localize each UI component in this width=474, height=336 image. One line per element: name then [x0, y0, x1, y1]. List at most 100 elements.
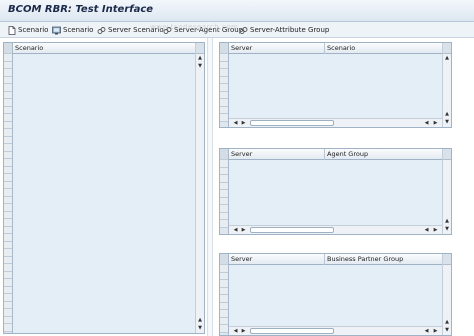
row-selector-column[interactable] — [220, 43, 229, 127]
row-selector-cell[interactable] — [4, 211, 12, 219]
row-selector-cell[interactable] — [220, 84, 228, 92]
column-header-agent-group[interactable]: Agent Group — [325, 149, 444, 160]
row-selector-cell[interactable] — [220, 295, 228, 303]
column-header-scenario[interactable]: Scenario — [13, 43, 197, 54]
row-selector-cell[interactable] — [4, 189, 12, 197]
row-selector-cell[interactable] — [4, 234, 12, 242]
row-selector-cell[interactable] — [4, 196, 12, 204]
horizontal-scrollbar[interactable]: ◀ ▶ ◀ ▶ — [229, 225, 442, 234]
server-agent-group-grid[interactable]: Server Agent Group ▲ ▼ ◀ ▶ ◀ ▶ — [219, 148, 452, 235]
scroll-right-icon[interactable]: ▶ — [432, 227, 439, 234]
scroll-up-icon[interactable]: ▲ — [197, 317, 203, 324]
row-selector-cell[interactable] — [220, 99, 228, 107]
scroll-left-icon[interactable]: ◀ — [232, 120, 239, 127]
scroll-right-icon[interactable]: ▶ — [240, 120, 247, 127]
display-scenario-button[interactable]: Scenario — [52, 24, 93, 36]
scroll-down-icon[interactable]: ▼ — [444, 119, 450, 126]
row-selector-cell[interactable] — [4, 99, 12, 107]
row-selector-cell[interactable] — [220, 69, 228, 77]
row-selector-cell[interactable] — [4, 181, 12, 189]
scroll-up-icon[interactable]: ▲ — [444, 319, 450, 326]
row-selector-cell[interactable] — [4, 166, 12, 174]
row-selector-cell[interactable] — [220, 197, 228, 205]
row-selector-cell[interactable] — [220, 61, 228, 69]
row-selector-cell[interactable] — [220, 54, 228, 62]
server-scenario-grid[interactable]: Server Scenario ▲ ▲ ▼ ◀ ▶ ◀ ▶ — [219, 42, 452, 128]
row-selector-cell[interactable] — [220, 205, 228, 213]
row-selector-cell[interactable] — [4, 106, 12, 114]
row-selector-cell[interactable] — [4, 136, 12, 144]
scroll-up-icon[interactable]: ▲ — [444, 111, 450, 118]
row-selector-cell[interactable] — [220, 106, 228, 114]
row-selector-cell[interactable] — [4, 286, 12, 294]
scroll-right-icon[interactable]: ▶ — [240, 227, 247, 234]
row-selector-cell[interactable] — [220, 302, 228, 310]
row-selector-cell[interactable] — [220, 212, 228, 220]
row-selector-cell[interactable] — [220, 182, 228, 190]
scroll-thumb[interactable] — [250, 120, 334, 126]
scroll-right-icon[interactable]: ▶ — [240, 328, 247, 335]
row-selector-cell[interactable] — [220, 160, 228, 168]
row-selector-column[interactable] — [220, 254, 229, 335]
create-scenario-button[interactable]: Scenario — [8, 24, 48, 36]
column-header-server[interactable]: Server — [229, 43, 325, 54]
row-selector-cell[interactable] — [220, 280, 228, 288]
column-header-scenario[interactable]: Scenario — [325, 43, 444, 54]
row-selector-cell[interactable] — [4, 121, 12, 129]
row-selector-cell[interactable] — [220, 310, 228, 318]
row-selector-cell[interactable] — [4, 174, 12, 182]
row-selector-cell[interactable] — [220, 190, 228, 198]
scroll-left-icon[interactable]: ◀ — [423, 120, 430, 127]
row-selector-cell[interactable] — [220, 220, 228, 228]
row-selector-cell[interactable] — [4, 264, 12, 272]
vertical-scrollbar[interactable]: ▲ ▼ ▲ ▼ — [195, 43, 204, 333]
scroll-left-icon[interactable]: ◀ — [423, 227, 430, 234]
scroll-down-icon[interactable]: ▼ — [444, 226, 450, 233]
row-selector-cell[interactable] — [220, 167, 228, 175]
scenario-grid[interactable]: Scenario ▲ ▼ ▲ ▼ — [3, 42, 205, 334]
scroll-left-icon[interactable]: ◀ — [423, 328, 430, 335]
vertical-scrollbar[interactable]: ▲ ▲ ▼ — [442, 43, 451, 127]
row-selector-cell[interactable] — [4, 316, 12, 324]
scroll-up-icon[interactable]: ▲ — [197, 55, 203, 62]
column-header-server[interactable]: Server — [229, 149, 325, 160]
scroll-thumb[interactable] — [250, 328, 334, 334]
row-selector-cell[interactable] — [4, 91, 12, 99]
row-selector-cell[interactable] — [220, 91, 228, 99]
row-selector-cell[interactable] — [220, 265, 228, 273]
row-selector-cell[interactable] — [220, 114, 228, 122]
column-header-business-partner-group[interactable]: Business Partner Group — [325, 254, 444, 265]
scroll-right-icon[interactable]: ▶ — [432, 328, 439, 335]
vertical-splitter[interactable] — [207, 38, 213, 336]
vertical-scrollbar[interactable]: ▲ ▼ — [442, 149, 451, 234]
row-selector-cell[interactable] — [4, 324, 12, 332]
scroll-down-icon[interactable]: ▼ — [197, 63, 203, 70]
row-selector-cell[interactable] — [4, 76, 12, 84]
row-selector-cell[interactable] — [4, 54, 12, 62]
row-selector-cell[interactable] — [4, 151, 12, 159]
scroll-down-icon[interactable]: ▼ — [197, 325, 203, 332]
row-selector-cell[interactable] — [220, 76, 228, 84]
row-selector-column[interactable] — [220, 149, 229, 234]
row-selector-cell[interactable] — [4, 294, 12, 302]
scroll-thumb[interactable] — [250, 227, 334, 233]
row-selector-cell[interactable] — [4, 256, 12, 264]
scroll-left-icon[interactable]: ◀ — [232, 227, 239, 234]
row-selector-cell[interactable] — [4, 84, 12, 92]
scroll-down-icon[interactable]: ▼ — [444, 327, 450, 334]
row-selector-cell[interactable] — [4, 204, 12, 212]
row-selector-cell[interactable] — [4, 279, 12, 287]
scroll-up-icon[interactable]: ▲ — [444, 218, 450, 225]
row-selector-cell[interactable] — [4, 241, 12, 249]
row-selector-cell[interactable] — [4, 219, 12, 227]
row-selector-cell[interactable] — [220, 175, 228, 183]
vertical-scrollbar[interactable]: ▲ ▼ — [442, 254, 451, 335]
row-selector-cell[interactable] — [4, 309, 12, 317]
row-selector-cell[interactable] — [220, 287, 228, 295]
row-selector-cell[interactable] — [220, 317, 228, 325]
row-selector-cell[interactable] — [4, 249, 12, 257]
row-selector-cell[interactable] — [4, 226, 12, 234]
row-selector-cell[interactable] — [220, 272, 228, 280]
column-header-server[interactable]: Server — [229, 254, 325, 265]
row-selector-cell[interactable] — [4, 271, 12, 279]
